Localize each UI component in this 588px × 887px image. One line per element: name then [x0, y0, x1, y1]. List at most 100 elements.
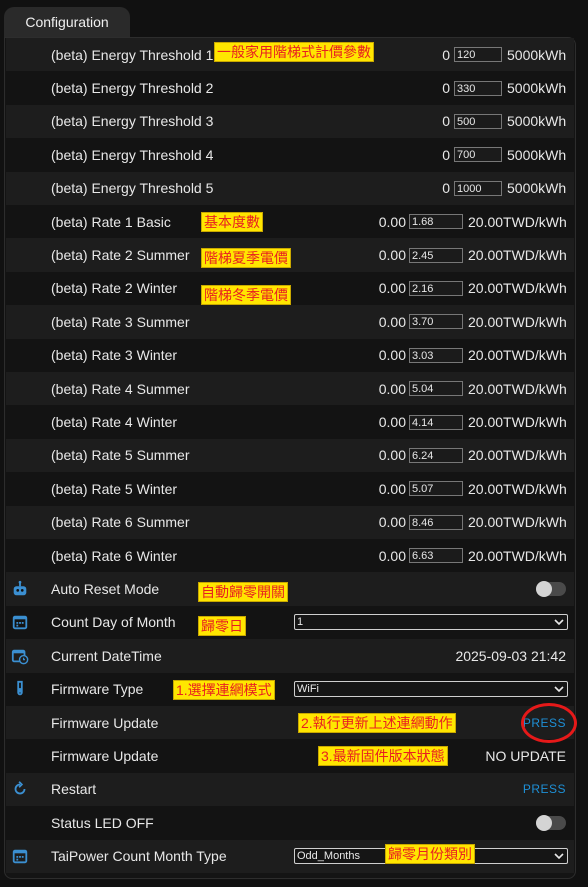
- toggle-knob: [536, 814, 552, 831]
- rate-label: (beta) Rate 1 Basic: [51, 213, 171, 230]
- threshold-max: 5000kWh: [507, 80, 567, 97]
- rate-min: 0.00: [378, 447, 406, 464]
- rate-input[interactable]: 2.16: [409, 280, 463, 296]
- rate-row-3-winter: (beta) Rate 3 Winter 0.00 3.03 20.00TWD/…: [6, 338, 574, 372]
- threshold-input[interactable]: 700: [454, 147, 502, 163]
- annotation-month-type: 歸零月份類別: [385, 844, 475, 864]
- calendar-clock-icon: [10, 646, 30, 666]
- taipower-month-value: Odd_Months: [297, 850, 360, 863]
- count-day-value: 1: [297, 616, 304, 629]
- threshold-min: 0: [442, 180, 450, 197]
- toggle-knob: [536, 581, 552, 598]
- threshold-label: (beta) Energy Threshold 3: [51, 113, 214, 130]
- taipower-month-row: TaiPower Count Month Type Odd_Months: [6, 839, 574, 873]
- rate-row-6-summer: (beta) Rate 6 Summer 0.00 8.46 20.00TWD/…: [6, 505, 574, 539]
- firmware-type-value: WiFi: [297, 683, 319, 696]
- rate-min: 0.00: [378, 414, 406, 431]
- current-datetime-row: Current DateTime 2025-09-03 21:42: [6, 639, 574, 673]
- rate-row-5-summer: (beta) Rate 5 Summer 0.00 6.24 20.00TWD/…: [6, 438, 574, 473]
- tab-configuration[interactable]: Configuration: [4, 7, 130, 37]
- threshold-max: 5000kWh: [507, 146, 567, 163]
- threshold-input[interactable]: 1000: [454, 180, 502, 196]
- rate-label: (beta) Rate 4 Winter: [51, 414, 178, 431]
- firmware-type-select[interactable]: WiFi: [294, 681, 568, 698]
- rate-row-4-winter: (beta) Rate 4 Winter 0.00 4.14 20.00TWD/…: [6, 405, 574, 439]
- status-led-toggle[interactable]: [536, 814, 566, 831]
- status-led-label: Status LED OFF: [51, 814, 154, 831]
- rate-label: (beta) Rate 5 Summer: [51, 447, 190, 464]
- annotation-summer: 階梯夏季電價: [201, 248, 291, 268]
- rate-label: (beta) Rate 2 Summer: [51, 247, 190, 264]
- robot-icon: [10, 579, 30, 599]
- rate-row-5-winter: (beta) Rate 5 Winter 0.00 5.07 20.00TWD/…: [6, 472, 574, 506]
- auto-reset-toggle[interactable]: [536, 581, 566, 598]
- rate-label: (beta) Rate 5 Winter: [51, 480, 178, 497]
- rate-max: 20.00TWD/kWh: [468, 480, 567, 497]
- firmware-update-label: Firmware Update: [51, 748, 159, 765]
- annotation-threshold: 一般家用階梯式計價參數: [214, 42, 374, 62]
- rate-input[interactable]: 1.68: [409, 214, 463, 230]
- rate-max: 20.00TWD/kWh: [468, 313, 567, 330]
- count-day-select[interactable]: 1: [294, 614, 568, 631]
- rate-min: 0.00: [378, 213, 406, 230]
- threshold-max: 5000kWh: [507, 113, 567, 130]
- auto-reset-row: Auto Reset Mode: [6, 572, 574, 606]
- count-day-row: Count Day of Month 1: [6, 605, 574, 640]
- rate-input[interactable]: 5.04: [409, 381, 463, 397]
- threshold-row-3: (beta) Energy Threshold 3 0 500 5000kWh: [6, 104, 574, 139]
- rate-input[interactable]: 3.70: [409, 314, 463, 330]
- annotation-auto-reset: 自動歸零開關: [198, 582, 288, 602]
- rate-max: 20.00TWD/kWh: [468, 213, 567, 230]
- rate-row-6-winter: (beta) Rate 6 Winter 0.00 6.63 20.00TWD/…: [6, 539, 574, 573]
- annotation-winter: 階梯冬季電價: [201, 285, 291, 305]
- annotation-mode: 1.選擇連網模式: [173, 680, 275, 700]
- firmware-update-label: Firmware Update: [51, 714, 159, 731]
- chevron-down-icon: [554, 853, 564, 860]
- rate-label: (beta) Rate 3 Winter: [51, 347, 178, 364]
- firmware-update-status-row: Firmware Update NO UPDATE: [6, 739, 574, 773]
- current-datetime-value: 2025-09-03 21:42: [455, 647, 566, 664]
- threshold-input[interactable]: 330: [454, 80, 502, 96]
- threshold-min: 0: [442, 113, 450, 130]
- rate-min: 0.00: [378, 247, 406, 264]
- threshold-min: 0: [442, 80, 450, 97]
- rate-min: 0.00: [378, 480, 406, 497]
- rate-label: (beta) Rate 2 Winter: [51, 280, 178, 297]
- rate-label: (beta) Rate 3 Summer: [51, 313, 190, 330]
- threshold-max: 5000kWh: [507, 180, 567, 197]
- threshold-input[interactable]: 500: [454, 113, 502, 129]
- count-day-label: Count Day of Month: [51, 614, 176, 631]
- rate-max: 20.00TWD/kWh: [468, 547, 567, 564]
- rate-max: 20.00TWD/kWh: [468, 380, 567, 397]
- rate-row-3-summer: (beta) Rate 3 Summer 0.00 3.70 20.00TWD/…: [6, 305, 574, 339]
- rate-input[interactable]: 4.14: [409, 414, 463, 430]
- rate-min: 0.00: [378, 347, 406, 364]
- rate-input[interactable]: 3.03: [409, 347, 463, 363]
- threshold-input[interactable]: 120: [454, 47, 502, 63]
- rate-input[interactable]: 6.63: [409, 548, 463, 564]
- rate-row-1-basic: (beta) Rate 1 Basic 0.00 1.68 20.00TWD/k…: [6, 205, 574, 239]
- rate-min: 0.00: [378, 514, 406, 531]
- firmware-type-row: Firmware Type WiFi: [6, 672, 574, 706]
- rate-max: 20.00TWD/kWh: [468, 447, 567, 464]
- rate-max: 20.00TWD/kWh: [468, 414, 567, 431]
- firmware-type-label: Firmware Type: [51, 681, 144, 698]
- rate-input[interactable]: 5.07: [409, 481, 463, 497]
- threshold-row-4: (beta) Energy Threshold 4 0 700 5000kWh: [6, 138, 574, 172]
- rate-max: 20.00TWD/kWh: [468, 514, 567, 531]
- threshold-min: 0: [442, 46, 450, 63]
- calendar-icon: [10, 846, 30, 866]
- rate-label: (beta) Rate 4 Summer: [51, 380, 190, 397]
- threshold-max: 5000kWh: [507, 46, 567, 63]
- rate-min: 0.00: [378, 380, 406, 397]
- rate-input[interactable]: 8.46: [409, 514, 463, 530]
- rate-input[interactable]: 2.45: [409, 247, 463, 263]
- rate-label: (beta) Rate 6 Summer: [51, 514, 190, 531]
- restart-button[interactable]: PRESS: [523, 782, 566, 796]
- highlight-circle: [521, 703, 577, 743]
- rate-max: 20.00TWD/kWh: [468, 247, 567, 264]
- threshold-label: (beta) Energy Threshold 1: [51, 46, 214, 63]
- restart-label: Restart: [51, 781, 97, 798]
- firmware-update-press-row: Firmware Update PRESS: [6, 706, 574, 740]
- rate-input[interactable]: 6.24: [409, 447, 463, 463]
